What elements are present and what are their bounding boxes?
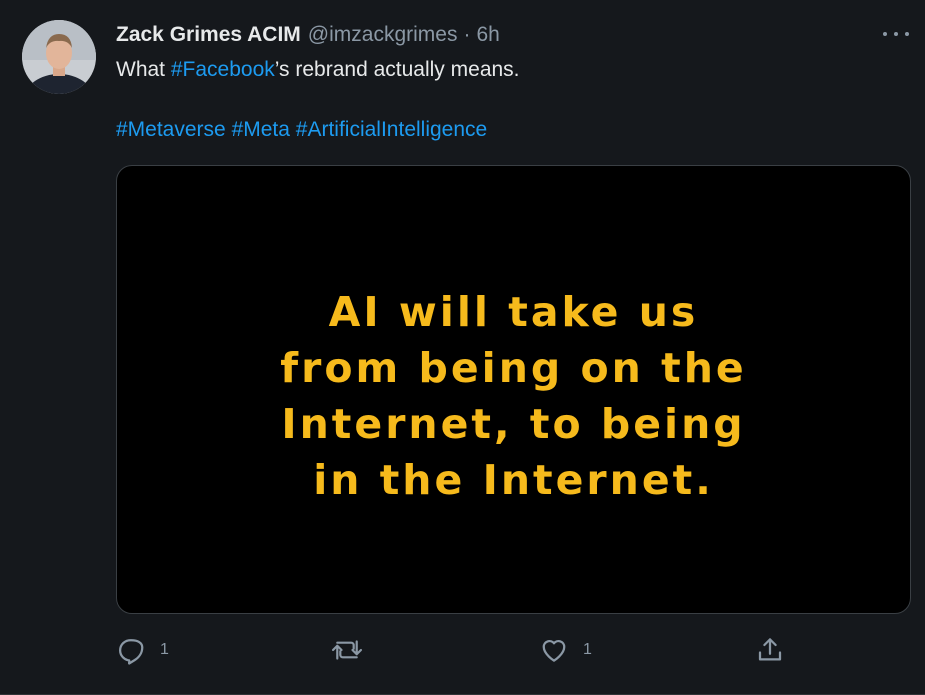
caption-line: from being on the — [280, 344, 747, 392]
user-handle[interactable]: @imzackgrimes — [308, 23, 458, 47]
avatar[interactable] — [22, 20, 96, 94]
reply-button[interactable]: 1 — [116, 632, 169, 668]
text-segment: ’s rebrand actually means. — [274, 58, 520, 81]
more-icon[interactable] — [883, 24, 909, 44]
caption-line: in the Internet. — [313, 456, 714, 504]
separator-dot: · — [463, 23, 471, 46]
avatar-image — [22, 20, 96, 94]
media-caption: AI will take us from being on the Intern… — [117, 284, 910, 508]
display-name[interactable]: Zack Grimes ACIM — [116, 23, 301, 47]
caption-line: AI will take us — [328, 288, 699, 336]
hashtag-line: #Metaverse #Meta #ArtificialIntelligence — [116, 116, 906, 144]
heart-icon — [542, 639, 566, 662]
text-segment: What — [116, 58, 171, 81]
tweet-media[interactable]: AI will take us from being on the Intern… — [116, 165, 911, 614]
hashtag-link[interactable]: #ArtificialIntelligence — [296, 118, 487, 141]
hashtag-link[interactable]: #Metaverse — [116, 118, 226, 141]
like-count: 1 — [583, 641, 592, 658]
hashtag-link[interactable]: #Meta — [232, 118, 290, 141]
caption-line: Internet, to being — [281, 400, 746, 448]
tweet-text-line: What #Facebook’s rebrand actually means. — [116, 56, 906, 84]
reply-icon — [119, 639, 144, 665]
more-dot — [883, 32, 887, 36]
tweet-card[interactable]: Zack Grimes ACIM @imzackgrimes · 6h What… — [0, 0, 925, 695]
share-button[interactable] — [755, 632, 785, 668]
retweet-button[interactable] — [330, 632, 364, 668]
retweet-icon — [331, 640, 363, 660]
reply-count: 1 — [160, 641, 169, 658]
hashtag-link[interactable]: #Facebook — [171, 58, 275, 81]
more-dot — [905, 32, 909, 36]
tweet-text: What #Facebook’s rebrand actually means.… — [116, 56, 906, 144]
tweet-actions: 1 1 — [0, 632, 925, 668]
like-button[interactable]: 1 — [539, 632, 592, 668]
timestamp[interactable]: 6h — [476, 23, 499, 47]
share-icon — [758, 638, 782, 661]
more-dot — [894, 32, 898, 36]
tweet-header: Zack Grimes ACIM @imzackgrimes · 6h — [116, 22, 500, 48]
